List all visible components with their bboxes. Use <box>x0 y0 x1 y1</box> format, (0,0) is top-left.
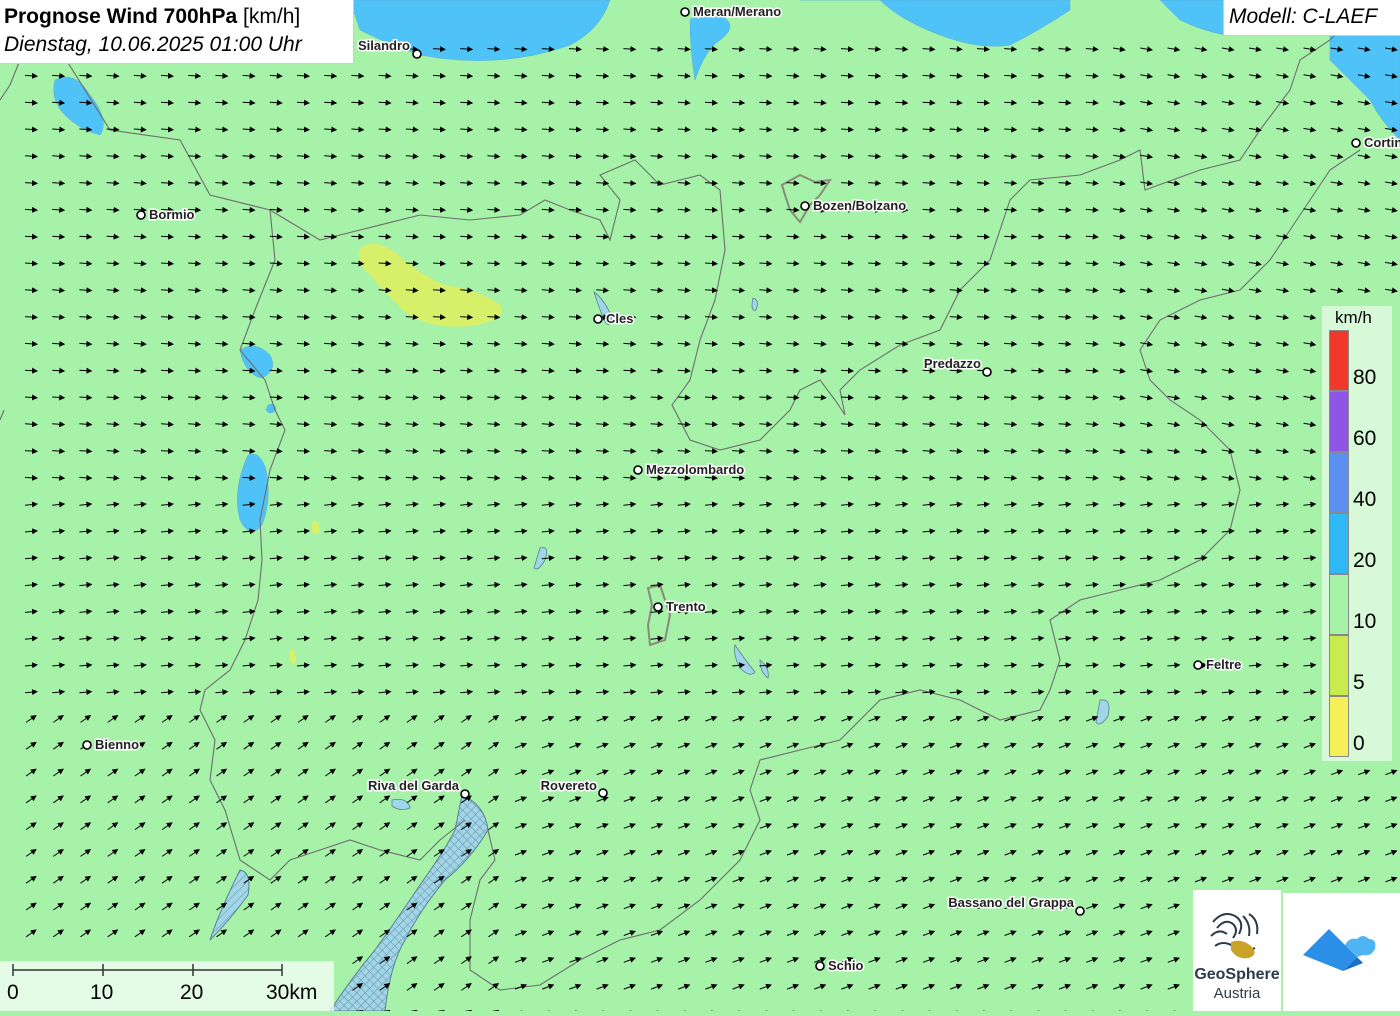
city-dot-schio[interactable] <box>815 961 825 971</box>
city-label-bormio: Bormio <box>149 207 195 222</box>
city-label-mezzolombardo: Mezzolombardo <box>646 462 744 477</box>
model-box: Modell: C-LAEF <box>1223 0 1400 36</box>
color-legend: km/h 80 60 40 20 10 5 0 <box>1322 306 1392 761</box>
legend-swatch <box>1329 635 1349 696</box>
city-dot-bienno[interactable] <box>82 740 92 750</box>
title-main: Prognose Wind 700hPa <box>4 5 238 28</box>
legend-tick-label: 80 <box>1353 366 1377 389</box>
legend-swatch <box>1329 513 1349 574</box>
wetter-app-icon <box>1303 929 1376 971</box>
legend-unit: km/h <box>1335 308 1372 327</box>
map-title-box: Prognose Wind 700hPa [km/h] Dienstag, 10… <box>0 0 354 64</box>
legend-swatch <box>1329 452 1349 513</box>
city-label-schio: Schio <box>828 958 863 973</box>
city-label-bienno: Bienno <box>95 737 139 752</box>
legend-swatch <box>1329 391 1349 452</box>
scale-bar: 0 10 20 30km <box>0 961 334 1011</box>
city-dot-trento[interactable] <box>653 602 663 612</box>
title-unit: [km/h] <box>237 5 301 28</box>
city-dot-rovereto[interactable] <box>598 788 608 798</box>
city-label-silandro: Silandro <box>358 38 410 53</box>
city-label-riva: Riva del Garda <box>368 778 460 793</box>
legend-swatch <box>1329 330 1349 391</box>
legend-tick-label: 0 <box>1353 732 1365 755</box>
city-label-trento: Trento <box>666 599 706 614</box>
city-dot-bassano[interactable] <box>1075 906 1085 916</box>
city-dot-silandro[interactable] <box>412 49 422 59</box>
wind-map[interactable]: Meran/Merano Silandro Cortina Bormio Bozen/B… <box>0 0 1400 1011</box>
geosphere-logo-icon <box>1210 913 1259 959</box>
city-label-bozen: Bozen/Bolzano <box>813 198 906 213</box>
scale-label-20: 20 <box>180 981 204 1004</box>
legend-tick-label: 60 <box>1353 427 1377 450</box>
city-label-bassano: Bassano del Grappa <box>948 895 1074 910</box>
logo-text-line2: Austria <box>1213 985 1261 1002</box>
city-label-meran: Meran/Merano <box>693 4 781 19</box>
city-dot-feltre[interactable] <box>1193 660 1203 670</box>
scale-label-0: 0 <box>7 981 19 1004</box>
model-label: Modell: C-LAEF <box>1229 5 1378 28</box>
geosphere-logo[interactable]: GeoSphere Austria <box>1193 890 1281 1011</box>
city-label-feltre: Feltre <box>1206 657 1241 672</box>
city-label-cortina: Cortina <box>1364 135 1400 150</box>
legend-tick-label: 20 <box>1353 549 1377 572</box>
city-label-rovereto: Rovereto <box>541 778 597 793</box>
legend-tick-label: 5 <box>1353 671 1365 694</box>
legend-tick-label: 10 <box>1353 610 1377 633</box>
legend-swatch <box>1329 696 1349 757</box>
city-dot-bormio[interactable] <box>136 210 146 220</box>
app-logo[interactable] <box>1283 893 1400 1011</box>
city-dot-bozen[interactable] <box>800 201 810 211</box>
city-dot-mezzolombardo[interactable] <box>633 465 643 475</box>
city-dot-meran[interactable] <box>680 7 690 17</box>
scale-label-30: 30km <box>266 981 318 1004</box>
map-title: Prognose Wind 700hPa [km/h] <box>4 5 300 29</box>
scale-label-10: 10 <box>90 981 114 1004</box>
legend-tick-label: 40 <box>1353 488 1377 511</box>
logo-text-line1: GeoSphere <box>1194 966 1280 983</box>
land-area <box>0 0 1400 1011</box>
city-label-cles: Cles <box>606 311 633 326</box>
city-dot-cortina[interactable] <box>1351 138 1361 148</box>
legend-swatch <box>1329 574 1349 635</box>
city-label-predazzo: Predazzo <box>924 356 981 371</box>
city-dot-riva[interactable] <box>460 789 470 799</box>
city-dot-cles[interactable] <box>593 314 603 324</box>
forecast-datetime: Dienstag, 10.06.2025 01:00 Uhr <box>4 33 302 56</box>
city-dot-predazzo[interactable] <box>982 367 992 377</box>
